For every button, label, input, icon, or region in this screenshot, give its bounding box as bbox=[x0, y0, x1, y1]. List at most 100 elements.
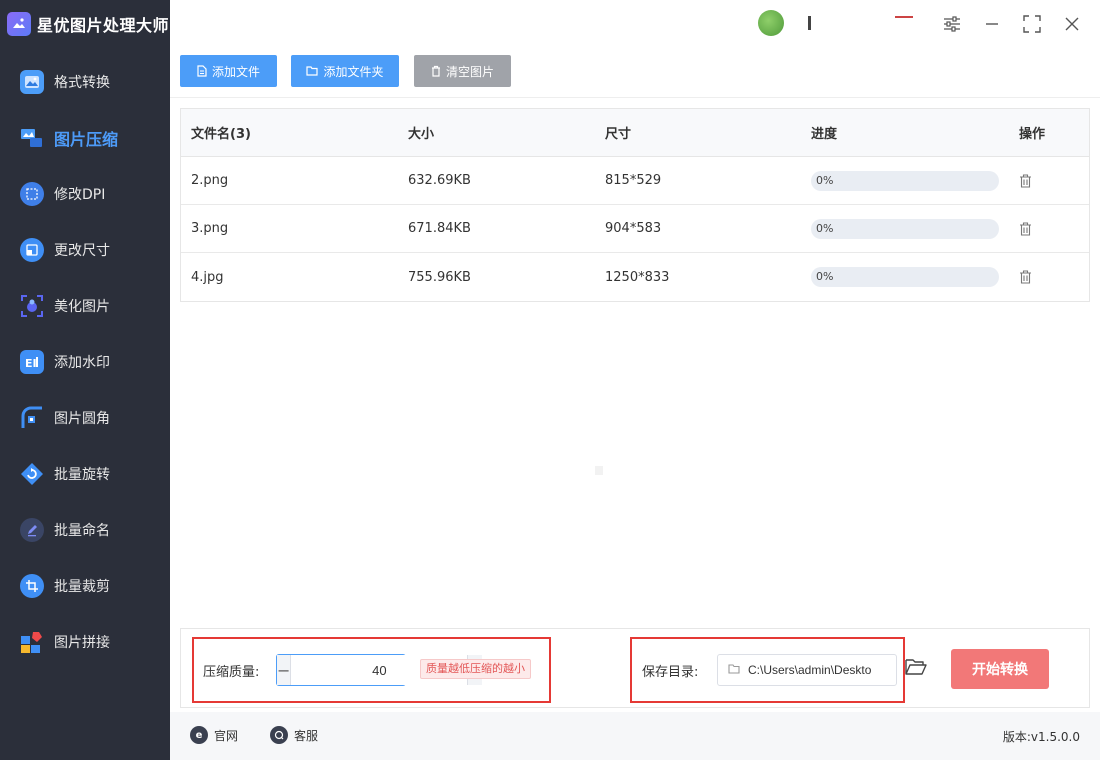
website-label: 官网 bbox=[214, 728, 239, 743]
file-dimensions: 1250*833 bbox=[605, 269, 670, 285]
header-filename: 文件名(3) bbox=[191, 127, 251, 142]
sidebar-item-label: 图片压缩 bbox=[54, 130, 119, 149]
dpi-icon bbox=[20, 182, 44, 206]
sidebar-item-resize[interactable]: 更改尺寸 bbox=[0, 222, 170, 278]
quality-label: 压缩质量: bbox=[203, 665, 260, 680]
minimize-icon[interactable] bbox=[980, 12, 1004, 36]
sidebar-item-rotate[interactable]: 批量旋转 bbox=[0, 446, 170, 502]
header-dimensions: 尺寸 bbox=[605, 127, 632, 142]
sidebar-item-label: 批量裁剪 bbox=[54, 579, 110, 595]
svg-text:EI: EI bbox=[25, 357, 37, 369]
open-folder-icon[interactable] bbox=[905, 658, 927, 680]
progress-text: 0% bbox=[816, 221, 834, 235]
rename-icon bbox=[20, 518, 44, 542]
sidebar-item-image-compress[interactable]: 图片压缩 bbox=[0, 110, 170, 166]
maximize-icon[interactable] bbox=[1020, 12, 1044, 36]
sidebar-item-collage[interactable]: 图片拼接 bbox=[0, 614, 170, 670]
sidebar-item-label: 批量旋转 bbox=[54, 467, 110, 483]
trash-icon bbox=[431, 65, 441, 77]
file-name: 4.jpg bbox=[191, 269, 224, 285]
delete-row-icon[interactable] bbox=[1019, 173, 1032, 188]
file-size: 755.96KB bbox=[408, 269, 471, 285]
sidebar-item-rounded-corner[interactable]: 图片圆角 bbox=[0, 390, 170, 446]
file-size: 671.84KB bbox=[408, 221, 471, 236]
delete-row-icon[interactable] bbox=[1019, 270, 1032, 284]
header-size: 大小 bbox=[408, 127, 435, 142]
header-progress: 进度 bbox=[811, 127, 838, 142]
user-info[interactable] bbox=[758, 10, 811, 36]
sidebar-item-beautify[interactable]: 美化图片 bbox=[0, 278, 170, 334]
resize-icon bbox=[20, 238, 44, 262]
support-label: 客服 bbox=[294, 728, 319, 743]
sidebar-item-label: 格式转换 bbox=[54, 75, 110, 91]
toolbar: 添加文件 添加文件夹 清空图片 bbox=[170, 48, 1100, 98]
clear-images-label: 清空图片 bbox=[445, 64, 494, 79]
avatar[interactable] bbox=[758, 10, 784, 36]
close-icon[interactable] bbox=[1060, 12, 1084, 36]
sidebar-nav: 格式转换 图片压缩 修改DPI 更改尺寸 美化图片 EI 添加水印 图片圆角 批… bbox=[0, 54, 170, 670]
quality-stepper[interactable]: − + bbox=[276, 654, 482, 686]
sidebar-item-label: 更改尺寸 bbox=[54, 243, 110, 259]
file-name: 2.png bbox=[191, 173, 229, 188]
save-path-text: C:\Users\admin\Deskto bbox=[748, 663, 872, 677]
progress-bar: 0% bbox=[811, 267, 999, 287]
progress-bar: 0% bbox=[811, 170, 999, 191]
brand: 星优图片处理大师 bbox=[0, 0, 170, 48]
sidebar-item-rename[interactable]: 批量命名 bbox=[0, 502, 170, 558]
table-row: 3.png 671.84KB 904*583 0% bbox=[181, 205, 1089, 253]
image-convert-icon bbox=[20, 70, 44, 94]
rotate-icon bbox=[20, 462, 44, 486]
sidebar-item-dpi[interactable]: 修改DPI bbox=[0, 166, 170, 222]
file-table: 文件名(3) 大小 尺寸 进度 操作 2.png 632.69KB 815*52… bbox=[180, 108, 1090, 302]
username-mark bbox=[808, 16, 811, 30]
watermark-icon: EI bbox=[20, 350, 44, 374]
file-dimensions: 815*529 bbox=[605, 173, 662, 188]
add-folder-button[interactable]: 添加文件夹 bbox=[291, 55, 399, 87]
table-row: 2.png 632.69KB 815*529 0% bbox=[181, 157, 1089, 205]
sidebar-item-label: 图片拼接 bbox=[54, 635, 110, 651]
file-size: 632.69KB bbox=[408, 173, 471, 188]
clear-images-button[interactable]: 清空图片 bbox=[414, 55, 511, 87]
title-bar bbox=[170, 0, 1100, 48]
settings-sliders-icon[interactable] bbox=[940, 12, 964, 36]
sidebar: 星优图片处理大师 格式转换 图片压缩 修改DPI 更改尺寸 美化图片 EI 添加… bbox=[0, 0, 170, 760]
add-file-button[interactable]: 添加文件 bbox=[180, 55, 277, 87]
quality-hint: 质量越低压缩的越小 bbox=[420, 659, 531, 679]
add-folder-label: 添加文件夹 bbox=[323, 64, 384, 79]
save-dir-label: 保存目录: bbox=[642, 665, 699, 680]
crop-icon bbox=[20, 574, 44, 598]
folder-icon bbox=[728, 663, 740, 678]
progress-text: 0% bbox=[816, 173, 834, 187]
sidebar-item-crop[interactable]: 批量裁剪 bbox=[0, 558, 170, 614]
header-action: 操作 bbox=[1019, 127, 1046, 142]
start-convert-button[interactable]: 开始转换 bbox=[951, 649, 1049, 689]
username-underline bbox=[895, 16, 913, 18]
image-compress-icon bbox=[20, 126, 44, 150]
footer: e 官网 客服 版本:v1.5.0.0 bbox=[170, 712, 1100, 760]
settings-panel: 压缩质量: − + 质量越低压缩的越小 保存目录: C:\Users\admin… bbox=[180, 628, 1090, 708]
file-dimensions: 904*583 bbox=[605, 221, 662, 236]
loading-dot bbox=[595, 466, 603, 475]
add-file-label: 添加文件 bbox=[211, 64, 260, 79]
sidebar-item-label: 图片圆角 bbox=[54, 411, 110, 427]
collage-icon bbox=[20, 630, 44, 654]
decrease-button[interactable]: − bbox=[277, 655, 291, 685]
beautify-icon bbox=[20, 294, 44, 318]
version-text: 版本:v1.5.0.0 bbox=[1002, 730, 1080, 744]
folder-icon bbox=[306, 66, 319, 76]
support-link[interactable]: 客服 bbox=[270, 726, 318, 744]
sidebar-item-format-convert[interactable]: 格式转换 bbox=[0, 54, 170, 110]
save-path-field[interactable]: C:\Users\admin\Deskto bbox=[717, 654, 897, 686]
sidebar-item-label: 批量命名 bbox=[54, 523, 110, 539]
table-row: 4.jpg 755.96KB 1250*833 0% bbox=[181, 253, 1089, 301]
sidebar-item-watermark[interactable]: EI 添加水印 bbox=[0, 334, 170, 390]
support-chat-icon bbox=[270, 726, 288, 744]
sidebar-item-label: 添加水印 bbox=[54, 355, 110, 371]
website-link[interactable]: e 官网 bbox=[190, 726, 238, 744]
sidebar-item-label: 美化图片 bbox=[54, 299, 110, 315]
file-icon bbox=[197, 65, 207, 77]
progress-text: 0% bbox=[816, 270, 834, 283]
sidebar-item-label: 修改DPI bbox=[54, 187, 106, 203]
progress-bar: 0% bbox=[811, 218, 999, 239]
delete-row-icon[interactable] bbox=[1019, 221, 1032, 236]
